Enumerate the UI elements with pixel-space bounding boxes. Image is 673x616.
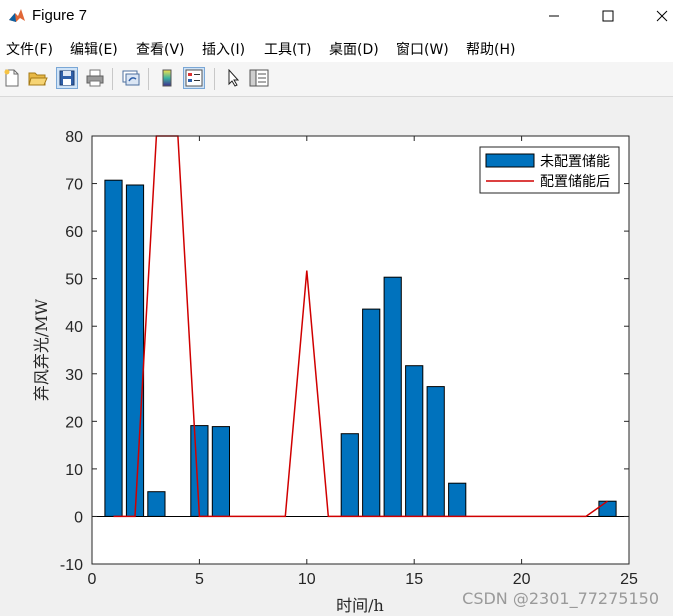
print-figure-button[interactable] <box>84 67 106 89</box>
menu-insert[interactable]: 插入(I) <box>202 39 245 59</box>
y-tick-label: 0 <box>74 509 83 526</box>
title-bar: Figure 7 <box>0 0 673 32</box>
bar <box>125 184 145 517</box>
new-file-icon <box>4 69 19 87</box>
toolbar-separator <box>148 68 149 90</box>
y-tick-label: -10 <box>60 557 83 574</box>
bar <box>147 491 166 517</box>
y-axis-label: 弃风弃光/MW <box>32 298 51 401</box>
y-tick-label: 80 <box>65 129 83 146</box>
y-tick-label: 10 <box>65 462 83 479</box>
open-folder-icon <box>28 72 48 86</box>
y-tick-label: 30 <box>65 367 83 384</box>
property-inspector-button[interactable] <box>248 67 270 89</box>
bar <box>211 426 231 518</box>
menu-bar: 文件(F) 编辑(E) 查看(V) 插入(I) 工具(T) 桌面(D) 窗口(W… <box>0 32 673 62</box>
link-plot-button[interactable] <box>120 67 142 89</box>
plot-area <box>92 136 629 564</box>
x-tick-label: 5 <box>195 571 204 588</box>
figure-canvas: 0 5 10 15 20 25 -10 0 10 20 30 40 50 60 70 80 未配置储能配置储能… <box>0 97 673 616</box>
watermark: CSDN @2301_77275150 <box>462 589 659 608</box>
bar <box>598 500 617 517</box>
y-tick-label: 20 <box>65 414 83 431</box>
menu-help[interactable]: 帮助(H) <box>466 39 515 59</box>
x-tick-label: 20 <box>513 571 531 588</box>
bar <box>448 482 467 518</box>
property-inspector-icon <box>249 69 269 87</box>
minimize-icon <box>549 15 559 17</box>
y-tick-label: 40 <box>65 319 83 336</box>
pointer-arrow-icon <box>228 69 240 87</box>
legend-label: 未配置储能 <box>540 154 610 170</box>
y-tick-label: 50 <box>65 272 83 289</box>
bar <box>426 386 445 517</box>
bar <box>383 276 402 517</box>
bar <box>362 308 381 517</box>
maximize-button[interactable] <box>585 0 631 32</box>
save-figure-button[interactable] <box>56 67 78 89</box>
bar <box>405 365 424 518</box>
open-file-button[interactable] <box>27 67 49 89</box>
new-figure-button[interactable] <box>1 67 23 89</box>
legend-icon <box>185 69 203 87</box>
menu-view[interactable]: 查看(V) <box>136 39 185 59</box>
toolbar-separator <box>112 68 113 90</box>
x-tick-label: 10 <box>298 571 316 588</box>
chart: 0 5 10 15 20 25 -10 0 10 20 30 40 50 60 70 80 未配置储能配置储能… <box>32 129 638 615</box>
x-tick-label: 0 <box>88 571 97 588</box>
x-axis-label: 时间/h <box>336 596 384 615</box>
x-tick-label: 25 <box>620 571 638 588</box>
printer-icon <box>86 69 104 87</box>
minimize-button[interactable] <box>531 0 577 32</box>
matlab-logo-icon <box>8 7 26 25</box>
edit-plot-button[interactable] <box>222 67 244 89</box>
legend-label: 配置储能后 <box>540 174 610 190</box>
bar <box>104 179 123 517</box>
colorbar-icon <box>162 69 172 87</box>
close-icon <box>656 10 668 22</box>
x-tick-label: 15 <box>405 571 423 588</box>
toolbar <box>0 62 673 97</box>
y-tick-label: 60 <box>65 224 83 241</box>
menu-file[interactable]: 文件(F) <box>6 39 53 59</box>
maximize-icon <box>602 10 614 22</box>
close-button[interactable] <box>639 0 673 32</box>
insert-colorbar-button[interactable] <box>156 67 178 89</box>
menu-tools[interactable]: 工具(T) <box>264 39 311 59</box>
save-icon <box>59 70 75 86</box>
insert-legend-button[interactable] <box>183 67 205 89</box>
menu-desktop[interactable]: 桌面(D) <box>329 39 379 59</box>
window-title: Figure 7 <box>32 7 88 24</box>
legend-swatch-bar <box>485 153 535 168</box>
toolbar-separator <box>214 68 215 90</box>
menu-window[interactable]: 窗口(W) <box>396 39 449 59</box>
menu-edit[interactable]: 编辑(E) <box>70 39 118 59</box>
bar <box>340 433 359 517</box>
y-tick-label: 70 <box>65 177 83 194</box>
bar <box>190 425 209 517</box>
link-plot-icon <box>122 70 140 86</box>
